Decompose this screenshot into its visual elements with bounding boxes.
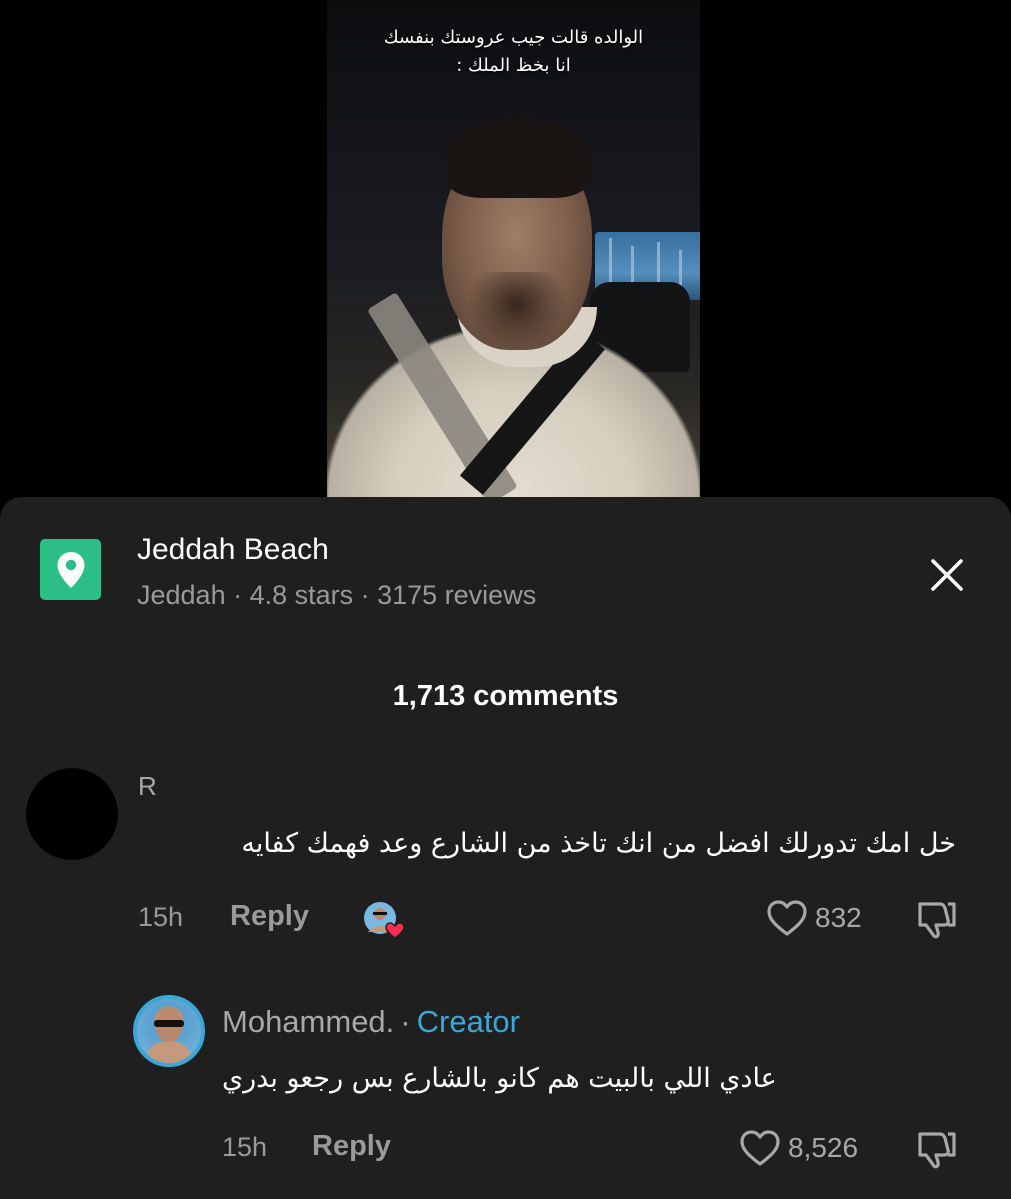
thumbs-down-icon xyxy=(918,1132,956,1169)
map-pin-glyph xyxy=(57,551,84,588)
heart-icon xyxy=(740,1130,780,1166)
close-icon xyxy=(931,559,963,591)
like-button[interactable]: 8,526 xyxy=(738,1128,858,1168)
person-beard xyxy=(467,272,567,352)
comment-time: 15h xyxy=(222,1132,268,1162)
comment-text: خل امك تدورلك افضل من انك تاخذ من الشارع… xyxy=(241,828,956,859)
creator-badge: Creator xyxy=(416,1004,520,1039)
place-title[interactable]: Jeddah Beach xyxy=(137,533,329,567)
separator-dot: · xyxy=(400,1004,411,1039)
like-count: 832 xyxy=(815,902,862,933)
place-subtitle: Jeddah · 4.8 stars · 3175 reviews xyxy=(137,580,537,610)
map-pin-icon[interactable] xyxy=(40,539,101,600)
creator-avatar-heart-icon xyxy=(364,902,405,939)
reply-button[interactable]: Reply xyxy=(312,1130,391,1163)
comment-count: 1,713 comments xyxy=(392,680,619,712)
dislike-button[interactable] xyxy=(914,1128,958,1175)
heart-icon xyxy=(767,900,807,936)
dislike-button[interactable] xyxy=(914,898,958,945)
avatar[interactable] xyxy=(26,768,118,860)
like-button[interactable]: 832 xyxy=(765,898,862,938)
thumbs-down-icon xyxy=(918,902,956,939)
comment-username[interactable]: Mohammed. xyxy=(222,1004,394,1039)
video-caption: الوالده قالت جيب عروستك بنفسك انا بخظ ال… xyxy=(327,24,700,80)
comment-username[interactable]: R xyxy=(138,771,157,802)
like-count: 8,526 xyxy=(788,1132,859,1163)
comment-text: عادي اللي بالبيت هم كانو بالشارع بس رجعو… xyxy=(222,1063,777,1094)
video-caption-line2: انا بخظ الملك : xyxy=(456,55,571,76)
reply-username-row: Mohammed. · Creator xyxy=(222,1004,520,1040)
comment-time: 15h xyxy=(138,902,184,932)
video-caption-line1: الوالده قالت جيب عروستك بنفسك xyxy=(383,27,644,48)
reply-button[interactable]: Reply xyxy=(230,900,309,933)
video-player[interactable]: الوالده قالت جيب عروستك بنفسك انا بخظ ال… xyxy=(327,0,700,497)
liked-by-creator-badge xyxy=(362,900,406,940)
close-button[interactable] xyxy=(926,554,968,596)
person-hair xyxy=(445,118,591,198)
avatar-sunglasses xyxy=(154,1020,184,1027)
creator-avatar[interactable] xyxy=(133,995,205,1067)
